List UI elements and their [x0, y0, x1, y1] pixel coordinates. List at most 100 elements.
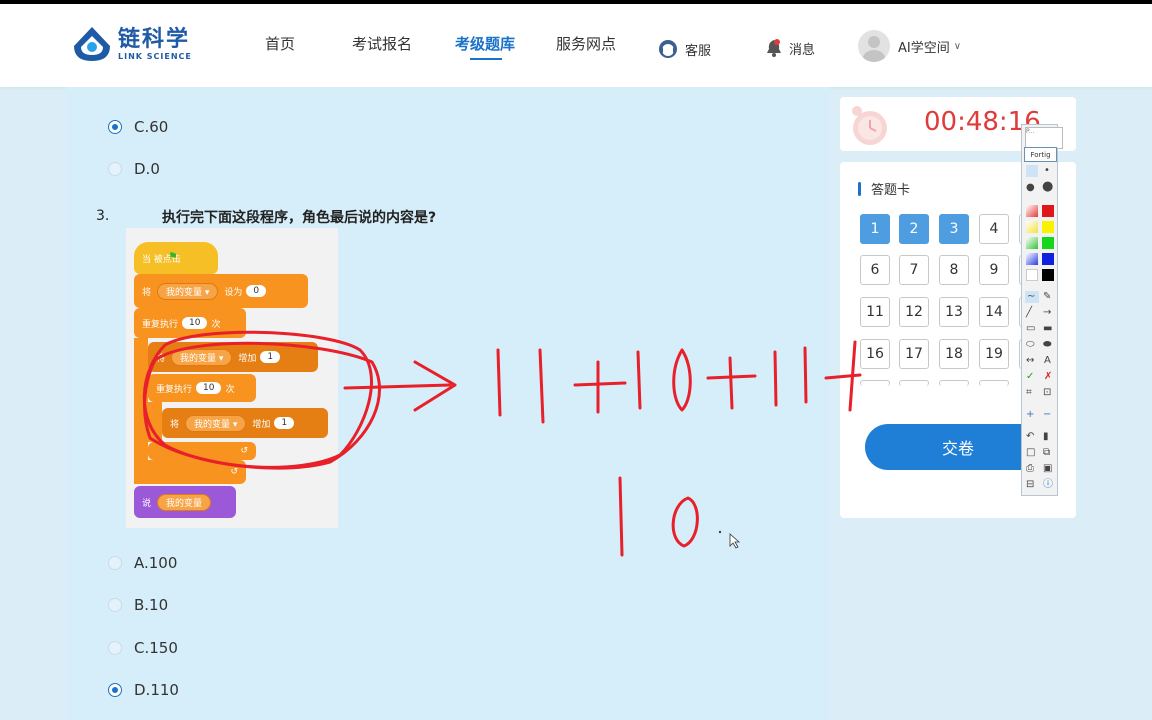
prev-option-d[interactable]: D.0 [108, 160, 160, 178]
rectangle-icon[interactable]: ▭ [1026, 323, 1035, 335]
option-label: C.150 [134, 639, 178, 657]
line-tool-icon[interactable]: ╱ [1026, 307, 1032, 319]
question-cell[interactable]: 14 [979, 297, 1009, 327]
question-cell[interactable]: 12 [899, 297, 929, 327]
nav-question-bank[interactable]: 考级题库 [455, 33, 515, 54]
scratch-code-image: 当 被点击 ⚑ 将 我的变量 ▾ 设为 0 重复执行 10 次 将 我的变量 ▾… [126, 228, 338, 528]
copy-icon[interactable]: ⧉ [1043, 447, 1050, 459]
dot-size-icon[interactable]: ● [1042, 180, 1053, 193]
radio[interactable] [108, 641, 122, 655]
info-icon[interactable]: ⓘ [1043, 479, 1053, 491]
question-cell-partial[interactable] [860, 380, 890, 386]
question-cell[interactable]: 1 [860, 214, 890, 244]
question-cell[interactable]: 8 [939, 255, 969, 285]
nav-exam-signup[interactable]: 考试报名 [352, 33, 412, 54]
color-swatch-yellow[interactable] [1042, 221, 1054, 233]
brand-name-en: LINK SCIENCE [118, 51, 192, 61]
radio[interactable] [108, 162, 122, 176]
question-cell[interactable]: 11 [860, 297, 890, 327]
zoom-region-icon[interactable]: ⊡ [1043, 387, 1051, 399]
question-cell[interactable]: 19 [979, 339, 1009, 369]
dot-size-icon[interactable]: • [1044, 165, 1050, 177]
question-cell[interactable]: 7 [899, 255, 929, 285]
double-arrow-icon[interactable]: ↔ [1026, 355, 1034, 367]
radio-checked[interactable] [108, 683, 122, 697]
nav-service-points[interactable]: 服务网点 [556, 33, 616, 54]
question-cell[interactable]: 16 [860, 339, 890, 369]
freehand-pen-icon[interactable]: ∼ [1027, 291, 1035, 303]
answer-card-title: 答题卡 [871, 183, 911, 198]
customer-service-link[interactable]: 客服 [657, 38, 711, 60]
question-cell[interactable]: 13 [939, 297, 969, 327]
color-swatch-red[interactable] [1042, 205, 1054, 217]
question-cell[interactable]: 17 [899, 339, 929, 369]
question-cell-partial[interactable] [899, 380, 929, 386]
color-swatch-black[interactable] [1042, 269, 1054, 281]
radio-checked[interactable] [108, 120, 122, 134]
color-swatch-light-blue[interactable] [1026, 253, 1038, 265]
color-swatch-green[interactable] [1042, 237, 1054, 249]
small-dot-size[interactable] [1026, 165, 1038, 177]
color-swatch-blue[interactable] [1042, 253, 1054, 265]
block-text: 次 [225, 384, 235, 395]
top-navbar: 链科学 LINK SCIENCE 首页 考试报名 考级题库 服务网点 客服 消息… [0, 4, 1152, 87]
headset-icon [659, 40, 677, 58]
option-b[interactable]: B.10 [108, 596, 168, 614]
cross-mark-icon[interactable]: ✗ [1044, 371, 1052, 383]
radio[interactable] [108, 556, 122, 570]
repeat-outer-end: ↺ [134, 460, 246, 484]
nav-home[interactable]: 首页 [265, 33, 295, 54]
change-variable-inner-block: 将 我的变量 ▾ 增加 1 [162, 408, 328, 438]
trash-icon[interactable]: ▮ [1043, 431, 1049, 443]
block-text: 次 [211, 319, 221, 330]
dot-size-icon[interactable]: ● [1026, 182, 1035, 194]
question-cell[interactable]: 6 [860, 255, 890, 285]
question-text: 执行完下面这段程序，角色最后说的内容是? [162, 210, 437, 226]
option-a[interactable]: A.100 [108, 554, 177, 572]
bell-icon [767, 39, 781, 57]
messages-link[interactable]: 消息 [765, 38, 815, 58]
ellipse-icon[interactable]: ⬭ [1026, 339, 1035, 351]
repeat-inner-block: 重复执行 10 次 [148, 374, 256, 402]
question-cell[interactable]: 9 [979, 255, 1009, 285]
title-accent-bar [858, 181, 861, 196]
prev-option-c[interactable]: C.60 [108, 118, 168, 136]
save-icon[interactable]: ▣ [1043, 463, 1052, 475]
filled-ellipse-icon[interactable]: ⬬ [1043, 339, 1052, 351]
block-text: 增加 [238, 353, 257, 364]
print-icon[interactable]: ⎙ [1026, 463, 1034, 475]
undo-icon[interactable]: ↶ [1026, 431, 1034, 443]
filled-rectangle-icon[interactable]: ▬ [1043, 323, 1052, 335]
avatar [858, 30, 890, 62]
brand-logo[interactable]: 链科学 LINK SCIENCE [70, 24, 192, 64]
question-cell[interactable]: 18 [939, 339, 969, 369]
when-flag-block: 当 被点击 ⚑ [134, 242, 218, 274]
plus-icon[interactable]: + [1026, 409, 1034, 421]
color-swatch-light-red[interactable] [1026, 205, 1038, 217]
minus-icon[interactable]: − [1043, 409, 1051, 421]
screen-icon[interactable]: ⊟ [1026, 479, 1034, 491]
text-tool-icon[interactable]: A [1044, 355, 1051, 367]
color-swatch-light-yellow[interactable] [1026, 221, 1038, 233]
crop-icon[interactable]: ⌗ [1026, 387, 1032, 399]
chevron-down-icon: ∨ [953, 40, 962, 52]
question-cell[interactable]: 3 [939, 214, 969, 244]
option-c[interactable]: C.150 [108, 639, 178, 657]
user-menu[interactable]: AI学空间 ∨ [858, 30, 961, 62]
eraser-icon[interactable]: ✎ [1043, 291, 1051, 303]
check-mark-icon[interactable]: ✓ [1026, 371, 1034, 383]
block-text: 重复执行 [156, 384, 193, 395]
question-cell[interactable]: 2 [899, 214, 929, 244]
toolbar-title[interactable]: P... [1025, 127, 1063, 149]
color-swatch-white[interactable] [1026, 269, 1038, 281]
color-swatch-light-green[interactable] [1026, 237, 1038, 249]
question-cell[interactable]: 4 [979, 214, 1009, 244]
toolbar-mode-label[interactable]: Fortig [1024, 147, 1057, 162]
new-page-icon[interactable]: □ [1026, 447, 1035, 459]
option-d[interactable]: D.110 [108, 681, 179, 699]
question-cell-partial[interactable] [939, 380, 969, 386]
messages-label: 消息 [789, 42, 816, 58]
arrow-tool-icon[interactable]: → [1043, 307, 1051, 319]
question-cell-partial[interactable] [979, 380, 1009, 386]
radio[interactable] [108, 598, 122, 612]
